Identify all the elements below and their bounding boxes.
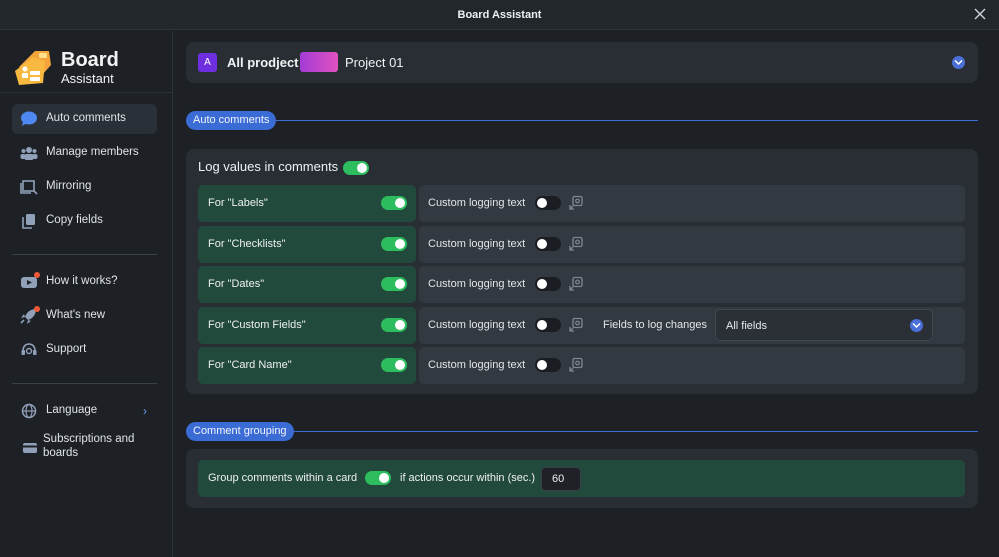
sidebar-item-mirroring[interactable]: Mirroring xyxy=(12,172,157,202)
sidebar-item-label: What's new xyxy=(46,309,106,321)
people-icon xyxy=(20,147,38,160)
sidebar: Board Assistant Auto comments Manage mem… xyxy=(0,31,173,557)
group-comments-toggle[interactable] xyxy=(365,471,391,485)
log-values-title: Log values in comments xyxy=(198,159,339,174)
labels-custom-row: Custom logging text xyxy=(419,185,965,222)
project-selector[interactable]: A All prodject Project 01 xyxy=(186,42,978,83)
custom-logging-toggle[interactable] xyxy=(535,277,561,291)
title-bar: Board Assistant xyxy=(0,0,999,30)
sidebar-item-label: How it works? xyxy=(46,275,118,287)
section-divider xyxy=(290,431,978,432)
chevron-down-icon[interactable] xyxy=(952,56,965,69)
custom-logging-label: Custom logging text xyxy=(428,319,526,331)
dates-toggle[interactable] xyxy=(381,277,407,291)
dates-custom-row: Custom logging text xyxy=(419,266,965,303)
globe-icon xyxy=(21,403,37,419)
notification-dot xyxy=(34,306,40,312)
sidebar-item-language[interactable]: Language › xyxy=(12,396,157,426)
sidebar-item-manage-members[interactable]: Manage members xyxy=(12,138,157,168)
all-projects-label: All prodject xyxy=(227,55,299,70)
sidebar-item-label: Auto comments xyxy=(46,112,126,124)
main-content: A All prodject Project 01 Auto comments … xyxy=(174,31,999,557)
brand-name-line2: Assistant xyxy=(61,71,114,86)
custom-logging-toggle[interactable] xyxy=(535,237,561,251)
custom-fields-custom-row: Custom logging text Fields to log change… xyxy=(419,307,965,344)
row-label: For "Checklists" xyxy=(208,238,286,250)
workspace-badge: A xyxy=(198,53,217,72)
custom-logging-toggle[interactable] xyxy=(535,318,561,332)
sidebar-item-label: Manage members xyxy=(46,146,139,158)
chevron-down-icon xyxy=(910,319,923,332)
card-icon xyxy=(23,443,37,453)
edit-text-icon[interactable] xyxy=(568,236,584,252)
labels-row: For "Labels" xyxy=(198,185,416,222)
custom-logging-label: Custom logging text xyxy=(428,359,526,371)
checklists-row: For "Checklists" xyxy=(198,226,416,263)
group-comments-label: Group comments within a card xyxy=(208,472,358,484)
checklists-custom-row: Custom logging text xyxy=(419,226,965,263)
sidebar-item-label: Copy fields xyxy=(46,214,103,226)
sidebar-item-support[interactable]: Support xyxy=(12,335,157,365)
support-icon xyxy=(21,343,37,355)
custom-fields-row: For "Custom Fields" xyxy=(198,307,416,344)
sidebar-item-label: Mirroring xyxy=(46,180,92,192)
sidebar-item-label: Subscriptions and boards xyxy=(43,433,135,459)
close-icon[interactable] xyxy=(973,7,987,21)
custom-logging-label: Custom logging text xyxy=(428,278,526,290)
log-values-toggle[interactable] xyxy=(343,161,369,175)
comment-grouping-card: Group comments within a card if actions … xyxy=(186,449,978,508)
mirror-icon xyxy=(20,180,38,195)
copy-icon xyxy=(22,214,35,229)
row-label: For "Dates" xyxy=(208,278,265,290)
row-label: For "Card Name" xyxy=(208,359,292,371)
sidebar-divider xyxy=(0,92,173,93)
brand-name-line1: Board xyxy=(61,49,119,71)
custom-fields-toggle[interactable] xyxy=(381,318,407,332)
window-title: Board Assistant xyxy=(457,9,542,21)
sidebar-divider xyxy=(12,383,157,384)
logo-icon xyxy=(15,51,51,85)
card-name-toggle[interactable] xyxy=(381,358,407,372)
sidebar-item-whats-new[interactable]: What's new xyxy=(12,301,157,331)
sidebar-item-subscriptions[interactable]: Subscriptions and boards xyxy=(12,430,157,464)
checklists-toggle[interactable] xyxy=(381,237,407,251)
brand: Board Assistant xyxy=(13,45,163,89)
fields-to-log-label: Fields to log changes xyxy=(603,319,707,331)
section-divider xyxy=(274,120,978,121)
sidebar-item-auto-comments[interactable]: Auto comments xyxy=(12,104,157,134)
sidebar-divider xyxy=(12,254,157,255)
select-value: All fields xyxy=(726,320,767,332)
section-label-comment-grouping: Comment grouping xyxy=(186,422,294,441)
edit-text-icon[interactable] xyxy=(568,195,584,211)
notification-dot xyxy=(34,272,40,278)
project-color-swatch xyxy=(300,52,338,72)
dates-row: For "Dates" xyxy=(198,266,416,303)
custom-logging-label: Custom logging text xyxy=(428,238,526,250)
custom-logging-label: Custom logging text xyxy=(428,197,526,209)
custom-logging-toggle[interactable] xyxy=(535,358,561,372)
seconds-input[interactable]: 60 xyxy=(541,467,581,491)
auto-comments-card: Log values in comments For "Labels" Cust… xyxy=(186,149,978,394)
sidebar-item-label: Support xyxy=(46,343,87,355)
card-name-row: For "Card Name" xyxy=(198,347,416,384)
actions-within-label: if actions occur within (sec.) xyxy=(400,472,536,484)
sidebar-item-label: Language xyxy=(46,404,98,416)
edit-text-icon[interactable] xyxy=(568,276,584,292)
edit-text-icon[interactable] xyxy=(568,357,584,373)
custom-logging-toggle[interactable] xyxy=(535,196,561,210)
chevron-right-icon: › xyxy=(143,404,147,418)
sidebar-item-copy-fields[interactable]: Copy fields xyxy=(12,206,157,236)
card-name-custom-row: Custom logging text xyxy=(419,347,965,384)
row-label: For "Labels" xyxy=(208,197,268,209)
fields-to-log-select[interactable]: All fields xyxy=(715,309,933,341)
row-label: For "Custom Fields" xyxy=(208,319,306,331)
sidebar-item-how-it-works[interactable]: How it works? xyxy=(12,267,157,297)
edit-text-icon[interactable] xyxy=(568,317,584,333)
section-label-auto-comments: Auto comments xyxy=(186,111,277,130)
labels-toggle[interactable] xyxy=(381,196,407,210)
project-name: Project 01 xyxy=(345,55,404,70)
chat-bubble-icon xyxy=(21,111,37,126)
group-comments-row: Group comments within a card if actions … xyxy=(198,460,965,497)
